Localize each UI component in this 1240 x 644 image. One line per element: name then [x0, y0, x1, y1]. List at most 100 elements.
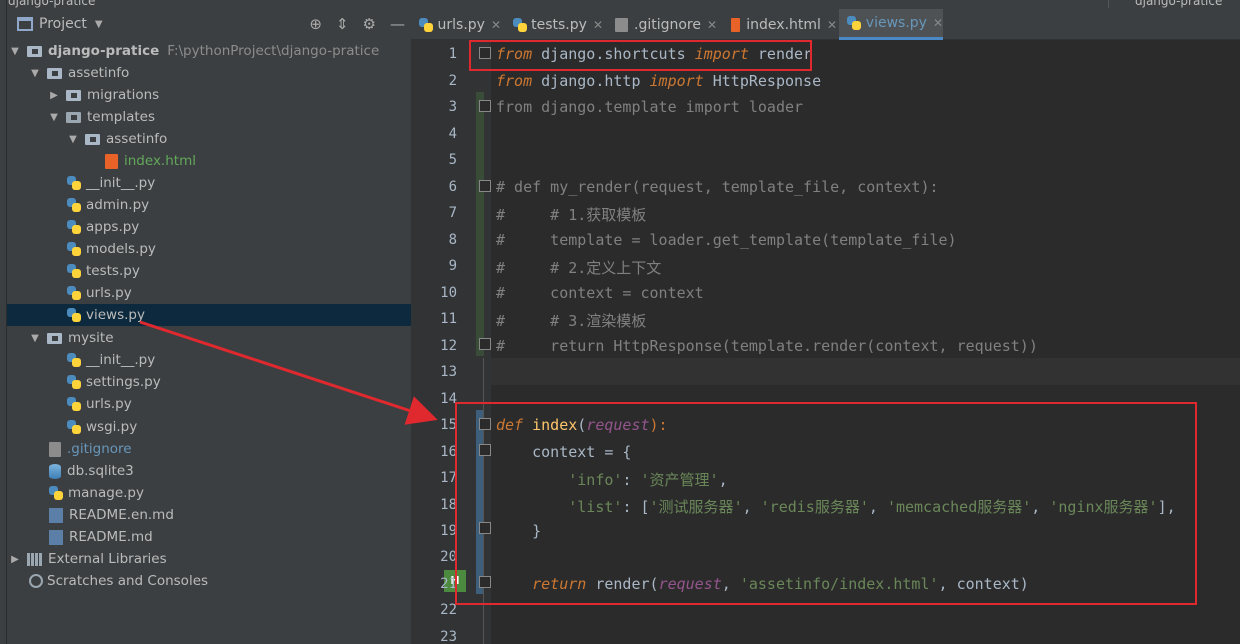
chevron-right-icon[interactable]: ▶ [48, 90, 60, 101]
folder-icon [47, 332, 62, 344]
window-title: django-pratice [8, 0, 96, 8]
tree-item-index-html[interactable]: index.html [7, 150, 411, 172]
tab-views-py[interactable]: views.py ✕ [839, 9, 943, 40]
tree-item-label: README.en.md [69, 507, 174, 523]
code-line-12: # return HttpResponse(template.render(co… [496, 337, 1038, 355]
python-file-icon [67, 197, 82, 213]
tree-item-migrations[interactable]: ▶ migrations [7, 84, 411, 106]
tree-item-templates-assetinfo[interactable]: ▼ assetinfo [7, 128, 411, 150]
close-icon[interactable]: ✕ [827, 18, 837, 32]
chevron-right-icon[interactable]: ▶ [9, 554, 21, 565]
python-file-icon [847, 16, 861, 30]
tab-label: index.html [746, 16, 821, 33]
close-icon[interactable]: ✕ [933, 16, 943, 30]
tree-item-mysite[interactable]: ▼ mysite [7, 327, 411, 349]
chevron-down-icon[interactable]: ▼ [48, 112, 60, 123]
line-number: 11 [440, 311, 457, 327]
line-number: 9 [448, 258, 457, 274]
tree-item-label: django-pratice [48, 43, 160, 59]
code-line-7: # # 1.获取模板 [496, 206, 647, 224]
collapse-all-icon[interactable]: ⇕ [336, 15, 349, 33]
markdown-file-icon [49, 529, 63, 545]
python-file-icon [419, 17, 433, 32]
gitignore-file-icon [615, 17, 628, 32]
tree-item-label: urls.py [86, 285, 132, 301]
chevron-down-icon[interactable]: ▼ [67, 134, 79, 145]
code-line-11: # # 3.渲染模板 [496, 312, 647, 330]
line-number: 2 [448, 73, 457, 89]
tree-item-mysite-urls-py[interactable]: urls.py [7, 393, 411, 415]
database-icon [49, 463, 61, 479]
tree-item-assetinfo[interactable]: ▼ assetinfo [7, 62, 411, 84]
tree-item-readme-en-md[interactable]: README.en.md [7, 504, 411, 526]
editor-tab-bar: urls.py ✕ tests.py ✕ .gitignore ✕ index.htm… [411, 9, 1240, 40]
python-file-icon [67, 219, 82, 235]
gear-icon[interactable]: ⚙ [363, 15, 376, 33]
chevron-down-icon[interactable]: ▼ [95, 19, 103, 30]
current-line-highlight [491, 358, 1240, 385]
close-icon[interactable]: ✕ [707, 18, 717, 32]
tree-item-label: db.sqlite3 [67, 463, 134, 479]
fold-icon[interactable] [479, 180, 491, 192]
tree-item-label: .gitignore [67, 441, 132, 457]
python-file-icon [67, 241, 82, 257]
tree-item-label: manage.py [68, 485, 144, 501]
tree-item-init-py[interactable]: __init__.py [7, 172, 411, 194]
tree-item-views-py[interactable]: views.py [7, 304, 411, 326]
chevron-down-icon[interactable]: ▼ [29, 68, 41, 79]
tree-item-label: templates [87, 109, 155, 125]
tab-index-html[interactable]: index.html ✕ [723, 9, 837, 40]
tree-item-project-root[interactable]: ▼ django-pratice F:\pythonProject\django… [7, 40, 411, 62]
tree-item-templates[interactable]: ▼ templates [7, 106, 411, 128]
hide-panel-icon[interactable]: — [390, 15, 405, 33]
project-panel-title[interactable]: Project [39, 16, 87, 32]
tree-item-label: index.html [124, 153, 196, 169]
tree-item-gitignore[interactable]: .gitignore [7, 438, 411, 460]
locate-icon[interactable]: ⊕ [309, 15, 322, 33]
line-number: 6 [448, 179, 457, 195]
tree-item-label: assetinfo [68, 65, 130, 81]
project-panel: Project ▼ ⊕ ⇕ ⚙ — ▼ django-pratice F:\py… [7, 9, 411, 644]
tab-tests-py[interactable]: tests.py ✕ [505, 9, 603, 40]
tree-item-readme-md[interactable]: README.md [7, 526, 411, 548]
fold-icon[interactable] [479, 338, 491, 350]
python-file-icon [67, 374, 82, 390]
scratches-icon [29, 574, 43, 588]
tree-item-manage-py[interactable]: manage.py [7, 482, 411, 504]
chevron-down-icon[interactable]: ▼ [9, 46, 21, 57]
line-number: 13 [440, 364, 457, 380]
code-line-8: # template = loader.get_template(templat… [496, 231, 957, 249]
tree-item-label: admin.py [86, 197, 150, 213]
tree-item-tests-py[interactable]: tests.py [7, 260, 411, 282]
tab-label: .gitignore [634, 16, 701, 33]
folder-icon [27, 45, 42, 57]
tab-urls-py[interactable]: urls.py ✕ [411, 9, 501, 40]
tree-item-models-py[interactable]: models.py [7, 238, 411, 260]
left-tool-strip[interactable] [0, 0, 7, 644]
close-icon[interactable]: ✕ [491, 18, 501, 32]
line-number: 3 [448, 99, 457, 115]
tree-item-mysite-init-py[interactable]: __init__.py [7, 349, 411, 371]
tree-item-scratches[interactable]: Scratches and Consoles [7, 570, 411, 592]
tree-item-admin-py[interactable]: admin.py [7, 194, 411, 216]
code-line-10: # context = context [496, 284, 704, 302]
close-icon[interactable]: ✕ [593, 18, 603, 32]
chevron-down-icon[interactable]: ▼ [29, 333, 41, 344]
run-config-label[interactable]: django-pratice [1108, 0, 1223, 8]
tab-gitignore[interactable]: .gitignore ✕ [607, 9, 719, 40]
python-file-icon [67, 352, 82, 368]
tree-item-settings-py[interactable]: settings.py [7, 371, 411, 393]
python-file-icon [49, 485, 64, 501]
tree-item-wsgi-py[interactable]: wsgi.py [7, 416, 411, 438]
line-number: 4 [448, 126, 457, 142]
tree-item-db-sqlite3[interactable]: db.sqlite3 [7, 460, 411, 482]
tab-label: tests.py [531, 16, 587, 33]
fold-icon[interactable] [479, 100, 491, 112]
tree-item-urls-py[interactable]: urls.py [7, 282, 411, 304]
tree-item-external-libraries[interactable]: ▶ External Libraries [7, 548, 411, 570]
tree-item-label: wsgi.py [86, 419, 138, 435]
library-icon [27, 552, 42, 566]
line-number: 20 [440, 549, 457, 565]
tree-item-apps-py[interactable]: apps.py [7, 216, 411, 238]
tree-item-label: __init__.py [86, 352, 156, 368]
